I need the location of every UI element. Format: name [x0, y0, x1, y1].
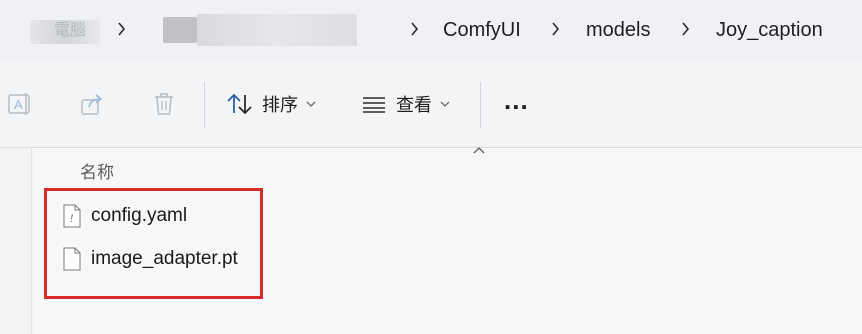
breadcrumb-item-models[interactable]: models: [586, 18, 650, 42]
redacted-path-text: 電腦: [54, 22, 87, 39]
redacted-path-segment: [163, 17, 197, 43]
view-label: 查看: [396, 95, 432, 115]
highlight-box: [44, 188, 263, 299]
more-options-icon: ...: [504, 85, 529, 115]
navigation-pane[interactable]: [0, 148, 32, 334]
chevron-right-icon[interactable]: [551, 22, 560, 36]
chevron-down-icon: [306, 101, 316, 107]
chevron-right-icon: [410, 22, 419, 36]
file-list[interactable]: 名称 ! config.yaml image_adapter.pt: [33, 147, 862, 334]
sort-ascending-indicator-icon: [473, 147, 485, 154]
share-button[interactable]: [78, 84, 106, 124]
sort-label: 排序: [262, 95, 298, 115]
sort-arrows-icon: [226, 90, 254, 118]
rename-icon: A: [6, 90, 34, 118]
trash-icon: [150, 90, 178, 118]
more-options-button[interactable]: ...: [500, 84, 533, 124]
view-button[interactable]: 查看: [360, 84, 450, 124]
toolbar-separator: [204, 82, 205, 128]
delete-button[interactable]: [150, 84, 178, 124]
breadcrumb-item-comfyui[interactable]: ComfyUI: [443, 18, 521, 42]
address-bar[interactable]: 電腦 ComfyUI models Joy_caption: [0, 0, 862, 62]
view-list-icon: [360, 90, 388, 118]
breadcrumb-item-joy-caption[interactable]: Joy_caption: [716, 18, 823, 42]
content-area: 名称 ! config.yaml image_adapter.pt: [0, 147, 862, 334]
chevron-down-icon: [440, 101, 450, 107]
redacted-path-segment: [197, 14, 357, 46]
column-header-name[interactable]: 名称: [80, 158, 114, 183]
command-bar: A 排序 查看 ...: [0, 62, 862, 148]
sort-button[interactable]: 排序: [226, 84, 316, 124]
chevron-right-icon[interactable]: [681, 22, 690, 36]
share-icon: [78, 90, 106, 118]
chevron-right-icon: [117, 22, 126, 36]
svg-text:A: A: [14, 97, 23, 112]
rename-button[interactable]: A: [6, 84, 34, 124]
toolbar-separator: [480, 82, 481, 128]
